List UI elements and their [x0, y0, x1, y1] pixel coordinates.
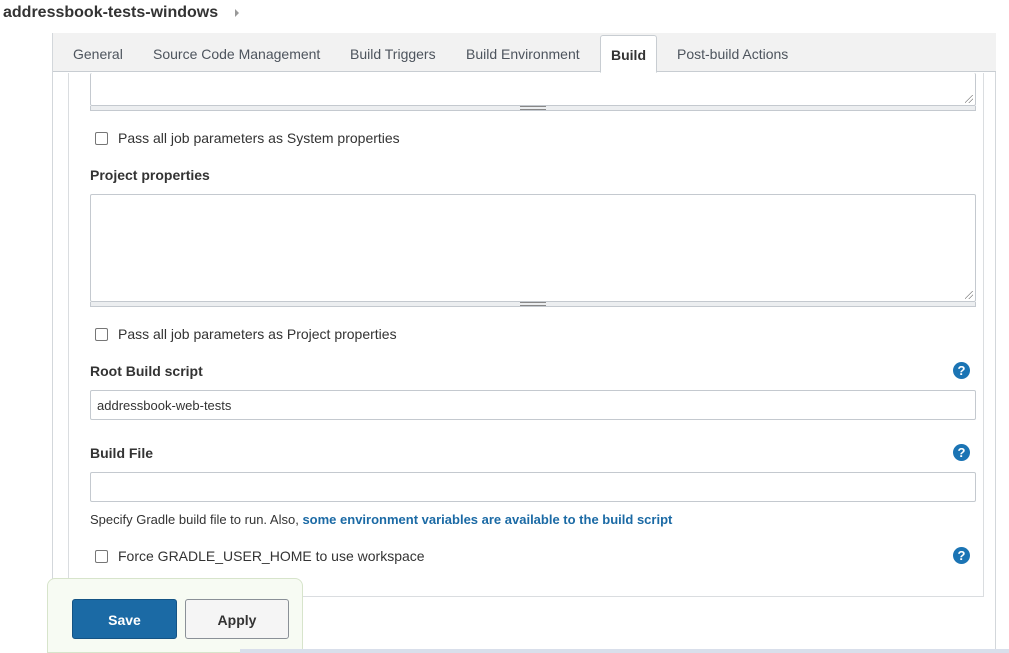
pass-system-properties-checkbox[interactable] [95, 132, 108, 145]
help-icon[interactable]: ? [953, 362, 970, 379]
root-build-script-label: Root Build script [90, 363, 203, 379]
tab-build[interactable]: Build [600, 35, 657, 73]
pass-project-properties-row[interactable]: Pass all job parameters as Project prope… [95, 326, 495, 344]
root-build-script-input[interactable] [90, 390, 976, 420]
force-gradle-user-home-row[interactable]: Force GRADLE_USER_HOME to use workspace [95, 548, 495, 566]
force-gradle-user-home-checkbox[interactable] [95, 550, 108, 563]
breadcrumb-bar: addressbook-tests-windows [0, 0, 1009, 33]
build-file-hint-text: Specify Gradle build file to run. Also, [90, 512, 303, 527]
tab-source-code-management[interactable]: Source Code Management [153, 33, 320, 72]
system-properties-textarea[interactable] [90, 73, 976, 106]
project-properties-drag-bar[interactable] [90, 302, 976, 307]
apply-button[interactable]: Apply [185, 599, 289, 639]
build-file-input[interactable] [90, 472, 976, 502]
resize-grip-icon[interactable] [965, 291, 973, 299]
pass-system-properties-label[interactable]: Pass all job parameters as System proper… [118, 130, 400, 146]
drag-handle-icon[interactable] [520, 106, 546, 110]
save-button[interactable]: Save [72, 599, 177, 639]
tab-build-environment[interactable]: Build Environment [466, 33, 580, 72]
pass-project-properties-checkbox[interactable] [95, 328, 108, 341]
system-properties-drag-bar[interactable] [90, 106, 976, 111]
tab-post-build-actions[interactable]: Post-build Actions [677, 33, 788, 72]
pass-system-properties-row[interactable]: Pass all job parameters as System proper… [95, 130, 495, 148]
job-title[interactable]: addressbook-tests-windows [3, 4, 218, 22]
drag-handle-icon[interactable] [520, 302, 546, 306]
tab-build-triggers[interactable]: Build Triggers [350, 33, 436, 72]
project-properties-textarea[interactable] [90, 194, 976, 302]
build-file-hint: Specify Gradle build file to run. Also, … [90, 512, 672, 527]
environment-variables-link[interactable]: some environment variables are available… [302, 512, 672, 527]
breadcrumb-chevron-icon[interactable] [235, 9, 239, 17]
config-panel: General Source Code Management Build Tri… [52, 33, 996, 653]
help-icon[interactable]: ? [953, 444, 970, 461]
resize-grip-icon[interactable] [965, 95, 973, 103]
project-properties-label: Project properties [90, 167, 210, 183]
force-gradle-user-home-label[interactable]: Force GRADLE_USER_HOME to use workspace [118, 548, 425, 564]
page-footer-strip [240, 649, 1009, 653]
help-icon[interactable]: ? [953, 547, 970, 564]
bottom-sticker: Save Apply [47, 578, 303, 653]
config-tabs: General Source Code Management Build Tri… [53, 33, 996, 73]
pass-project-properties-label[interactable]: Pass all job parameters as Project prope… [118, 326, 397, 342]
build-file-label: Build File [90, 445, 153, 461]
tab-general[interactable]: General [73, 33, 123, 72]
